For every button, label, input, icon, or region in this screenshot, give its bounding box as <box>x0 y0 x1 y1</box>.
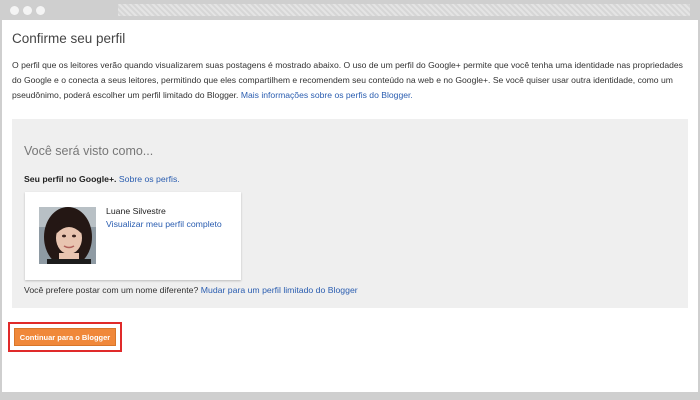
continue-to-blogger-button[interactable]: Continuar para o Blogger <box>14 328 116 346</box>
continue-button-highlight: Continuar para o Blogger <box>8 322 122 352</box>
window-titlebar <box>0 0 700 22</box>
alternate-profile-line: Você prefere postar com um nome diferent… <box>24 285 358 295</box>
panel-heading: Você será visto como... <box>24 144 154 158</box>
switch-to-limited-profile-link[interactable]: Mudar para um perfil limitado do Blogger <box>201 285 358 295</box>
profile-card: Luane Silvestre Visualizar meu perfil co… <box>25 192 241 280</box>
profile-label: Seu perfil no Google+. <box>24 174 117 184</box>
window-close-dot[interactable] <box>10 6 19 15</box>
window-bottom-edge <box>0 392 700 400</box>
address-bar-placeholder <box>118 4 690 16</box>
window-maximize-dot[interactable] <box>36 6 45 15</box>
window-minimize-dot[interactable] <box>23 6 32 15</box>
intro-paragraph: O perfil que os leitores verão quando vi… <box>12 58 692 103</box>
browser-window: Confirme seu perfil O perfil que os leit… <box>0 0 700 400</box>
view-full-profile-link[interactable]: Visualizar meu perfil completo <box>106 219 222 229</box>
about-profiles-link[interactable]: Sobre os perfis. <box>119 174 180 184</box>
page-content: Confirme seu perfil O perfil que os leit… <box>2 20 698 392</box>
page-title: Confirme seu perfil <box>12 31 126 46</box>
profile-panel: Você será visto como... Seu perfil no Go… <box>12 119 688 308</box>
profile-line: Seu perfil no Google+. Sobre os perfis. <box>24 174 180 184</box>
avatar <box>39 207 96 264</box>
profiles-info-link[interactable]: Mais informações sobre os perfis do Blog… <box>241 90 413 100</box>
profile-name: Luane Silvestre <box>106 206 166 216</box>
avatar-photo <box>39 207 96 264</box>
alternate-profile-text: Você prefere postar com um nome diferent… <box>24 285 199 295</box>
